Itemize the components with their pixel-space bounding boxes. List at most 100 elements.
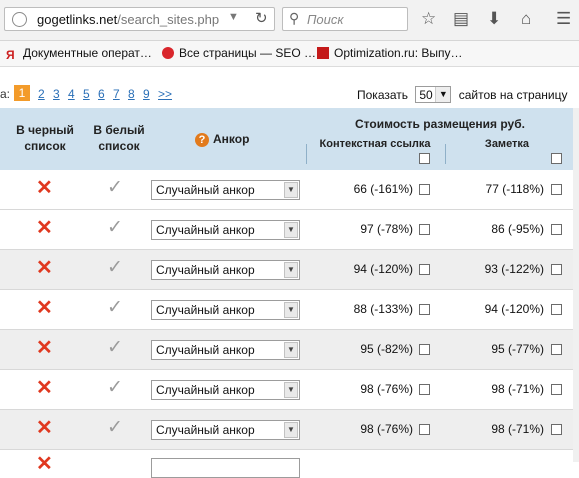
contextual-price: 98 (-76%): [360, 422, 413, 436]
anchor-select-value: Случайный анкор: [156, 263, 255, 277]
reload-icon[interactable]: ↻: [255, 9, 268, 27]
note-checkbox[interactable]: [551, 224, 562, 235]
contextual-price: 97 (-78%): [360, 222, 413, 236]
chevron-down-icon: ▼: [284, 302, 298, 318]
reading-list-icon[interactable]: ▤: [453, 9, 469, 29]
contextual-checkbox[interactable]: [419, 344, 430, 355]
whitelist-check-icon[interactable]: ✓: [107, 338, 123, 358]
blacklist-x-icon[interactable]: ✕: [36, 418, 53, 438]
anchor-select[interactable]: Случайный анкор ▼: [151, 220, 300, 240]
contextual-checkbox[interactable]: [419, 224, 430, 235]
blacklist-x-icon[interactable]: ✕: [36, 258, 53, 278]
page-link-next[interactable]: >>: [158, 87, 172, 101]
bookmark-item-2[interactable]: Все страницы — SEO …: [162, 46, 316, 60]
anchor-select[interactable]: Случайный анкор ▼: [151, 300, 300, 320]
header-divider: [445, 144, 446, 164]
header-divider: [306, 144, 307, 164]
per-page-control: Показать 50 ▼ сайтов на страницу: [357, 86, 568, 103]
anchor-select-value: Случайный анкор: [156, 223, 255, 237]
table-row: ✕ ✓ Случайный анкор ▼ 97 (-78%) 86 (-95%): [0, 210, 579, 250]
per-page-select[interactable]: 50 ▼: [415, 86, 452, 103]
page-link-9[interactable]: 9: [143, 87, 150, 101]
select-all-note-checkbox[interactable]: [551, 153, 562, 164]
table-row: ✕ ✓ Случайный анкор ▼ 66 (-161%) 77 (-118…: [0, 170, 579, 210]
bookmark-label: Все страницы — SEO …: [179, 46, 317, 60]
page-link-4[interactable]: 4: [68, 87, 75, 101]
search-box[interactable]: ⚲ Поиск: [282, 7, 408, 31]
whitelist-check-icon[interactable]: ✓: [107, 258, 123, 278]
page-link-6[interactable]: 6: [98, 87, 105, 101]
header-whitelist: В белый список: [93, 123, 145, 153]
blacklist-x-icon[interactable]: ✕: [36, 218, 53, 238]
header-anchor: ? Анкор: [195, 132, 295, 147]
contextual-checkbox[interactable]: [419, 264, 430, 275]
help-icon[interactable]: ?: [195, 133, 209, 147]
contextual-checkbox[interactable]: [419, 424, 430, 435]
page-link-7[interactable]: 7: [113, 87, 120, 101]
contextual-price: 66 (-161%): [353, 182, 413, 196]
note-checkbox[interactable]: [551, 384, 562, 395]
scrollbar[interactable]: [573, 108, 579, 462]
blacklist-x-icon[interactable]: ✕: [36, 298, 53, 318]
whitelist-check-icon[interactable]: ✓: [107, 378, 123, 398]
contextual-checkbox[interactable]: [419, 304, 430, 315]
anchor-select-value: Случайный анкор: [156, 183, 255, 197]
menu-icon[interactable]: ☰: [556, 9, 571, 29]
bookmark-star-icon[interactable]: ☆: [421, 9, 436, 29]
bookmark-item-3[interactable]: Optimization.ru: Выпу…: [317, 46, 463, 60]
blacklist-x-icon[interactable]: ✕: [36, 178, 53, 198]
note-checkbox[interactable]: [551, 344, 562, 355]
note-checkbox[interactable]: [551, 424, 562, 435]
url-path: /search_sites.php: [117, 12, 220, 27]
per-page-suffix: сайтов на страницу: [458, 88, 568, 102]
chevron-down-icon: ▼: [284, 182, 298, 198]
page-link-2[interactable]: 2: [38, 87, 45, 101]
bookmarks-bar: Я Документные операт… Все страницы — SEO …: [0, 41, 579, 67]
note-checkbox[interactable]: [551, 184, 562, 195]
contextual-checkbox[interactable]: [419, 184, 430, 195]
page-link-3[interactable]: 3: [53, 87, 60, 101]
bookmark-label: Документные операт…: [23, 46, 152, 60]
select-all-contextual-checkbox[interactable]: [419, 153, 430, 164]
contextual-price: 95 (-82%): [360, 342, 413, 356]
chevron-down-icon: ▼: [284, 222, 298, 238]
home-icon[interactable]: ⌂: [521, 9, 531, 29]
table-row: ✕ ✓ Случайный анкор ▼ 98 (-76%) 98 (-71%): [0, 410, 579, 450]
chevron-down-icon: ▼: [284, 262, 298, 278]
note-checkbox[interactable]: [551, 264, 562, 275]
anchor-select[interactable]: Случайный анкор ▼: [151, 420, 300, 440]
globe-icon: [12, 12, 27, 27]
page-link-5[interactable]: 5: [83, 87, 90, 101]
url-text[interactable]: gogetlinks.net/search_sites.php: [37, 12, 219, 27]
contextual-checkbox[interactable]: [419, 384, 430, 395]
blacklist-x-icon[interactable]: ✕: [36, 338, 53, 358]
whitelist-check-icon[interactable]: ✓: [107, 218, 123, 238]
note-price: 94 (-120%): [484, 302, 544, 316]
url-host: gogetlinks.net: [37, 12, 118, 27]
note-checkbox[interactable]: [551, 304, 562, 315]
anchor-select[interactable]: Случайный анкор ▼: [151, 180, 300, 200]
anchor-select[interactable]: [151, 458, 300, 478]
table-row-partial: ✕: [0, 450, 579, 478]
page-link-8[interactable]: 8: [128, 87, 135, 101]
table-row: ✕ ✓ Случайный анкор ▼ 98 (-76%) 98 (-71%): [0, 370, 579, 410]
anchor-select[interactable]: Случайный анкор ▼: [151, 380, 300, 400]
page-link-1[interactable]: 1: [14, 85, 30, 101]
blacklist-x-icon[interactable]: ✕: [36, 454, 53, 474]
whitelist-check-icon[interactable]: ✓: [107, 178, 123, 198]
anchor-select[interactable]: Случайный анкор ▼: [151, 260, 300, 280]
whitelist-check-icon[interactable]: ✓: [107, 418, 123, 438]
note-price: 93 (-122%): [484, 262, 544, 276]
anchor-select[interactable]: Случайный анкор ▼: [151, 340, 300, 360]
dropdown-arrow-icon[interactable]: ▼: [228, 11, 239, 23]
blacklist-x-icon[interactable]: ✕: [36, 378, 53, 398]
download-icon[interactable]: ⬇: [487, 9, 501, 29]
search-placeholder: Поиск: [307, 12, 344, 27]
bookmark-item-1[interactable]: Я Документные операт…: [6, 46, 152, 61]
note-price: 86 (-95%): [491, 222, 544, 236]
address-bar[interactable]: gogetlinks.net/search_sites.php ▼ ↻: [4, 7, 275, 31]
pager-label: а:: [0, 87, 11, 101]
browser-toolbar: gogetlinks.net/search_sites.php ▼ ↻ ⚲ По…: [0, 0, 579, 41]
whitelist-check-icon[interactable]: ✓: [107, 298, 123, 318]
contextual-price: 94 (-120%): [353, 262, 413, 276]
